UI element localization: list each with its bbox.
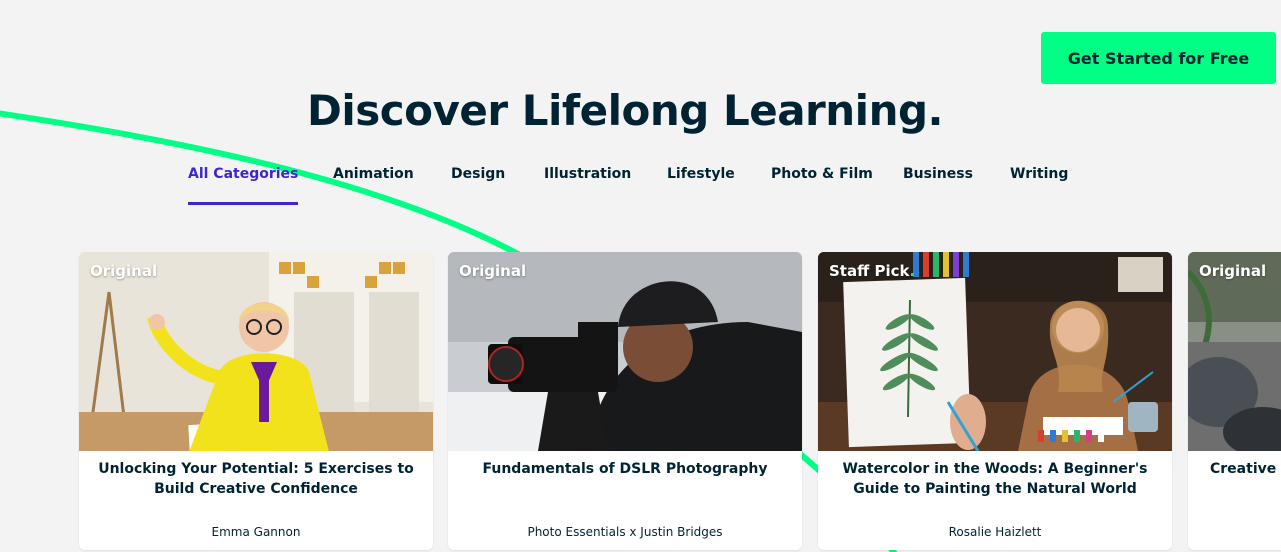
class-thumbnail: Original: [448, 252, 802, 451]
staff-pick-badge: Staff Pick.: [829, 262, 916, 280]
class-author: Photo Essentials x Justin Bridges: [527, 525, 723, 539]
page-title: Discover Lifelong Learning.: [307, 86, 943, 135]
class-card[interactable]: Original Fundamentals of DSLR Photograph…: [448, 252, 802, 550]
original-badge: Original: [459, 262, 527, 280]
category-tabs: All Categories Animation Design Illustra…: [0, 166, 1281, 208]
class-thumbnail: Original: [79, 252, 433, 451]
class-card[interactable]: Staff Pick. Watercolor in the Woods: A B…: [818, 252, 1172, 550]
original-badge: Original: [90, 262, 158, 280]
tab-label: Illustration: [544, 166, 632, 182]
class-author: Emma Gannon: [211, 525, 301, 539]
tab-writing[interactable]: Writing: [1010, 166, 1068, 206]
tab-label: All Categories: [188, 166, 299, 182]
class-title: Creative V: [1210, 461, 1281, 477]
tab-lifestyle[interactable]: Lifestyle: [667, 166, 735, 206]
active-tab-indicator: [188, 202, 299, 205]
class-card[interactable]: Original Unlocking Your Potential: 5 Exe…: [79, 252, 433, 550]
tab-animation[interactable]: Animation: [333, 166, 414, 206]
tab-all-categories[interactable]: All Categories: [188, 166, 299, 206]
class-author: Rosalie Haizlett: [948, 525, 1042, 539]
tab-label: Writing: [1010, 166, 1069, 182]
class-title: Watercolor in the Woods: A Beginner's Gu…: [842, 461, 1148, 497]
class-title: Unlocking Your Potential: 5 Exercises to…: [98, 461, 414, 497]
class-thumbnail: Staff Pick.: [818, 252, 1172, 451]
class-title: Fundamentals of DSLR Photography: [482, 461, 768, 477]
tab-business[interactable]: Business: [903, 166, 973, 206]
tab-label: Animation: [333, 166, 414, 182]
original-badge: Original: [1199, 262, 1267, 280]
tab-label: Photo & Film: [771, 166, 873, 182]
get-started-button[interactable]: Get Started for Free: [1041, 32, 1276, 84]
class-card[interactable]: Original Creative V: [1188, 252, 1281, 550]
class-thumbnail: Original: [1188, 252, 1281, 451]
tab-label: Lifestyle: [667, 166, 735, 182]
tab-label: Business: [903, 166, 973, 182]
tab-illustration[interactable]: Illustration: [544, 166, 631, 206]
tab-design[interactable]: Design: [451, 166, 505, 206]
tab-photo-film[interactable]: Photo & Film: [771, 166, 873, 206]
tab-label: Design: [451, 166, 506, 182]
